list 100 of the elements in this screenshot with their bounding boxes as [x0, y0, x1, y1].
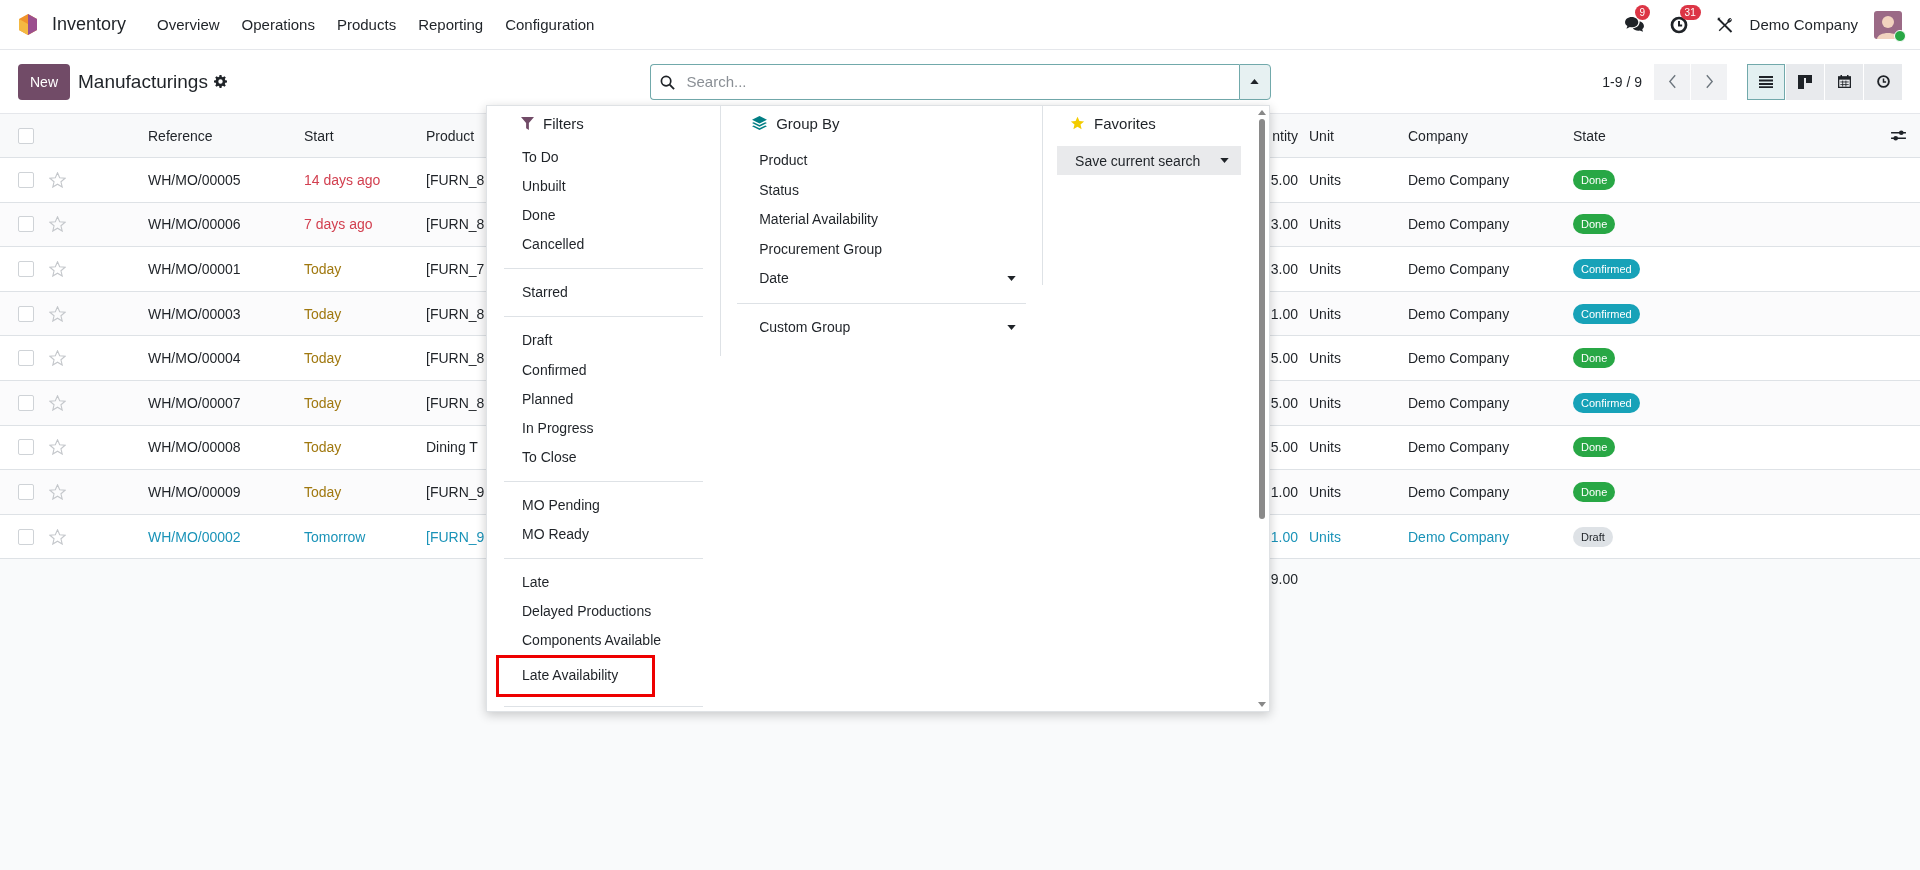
- list-icon: [1759, 75, 1773, 88]
- column-header[interactable]: Reference: [148, 127, 213, 144]
- menu-item[interactable]: Configuration: [494, 16, 606, 33]
- row-checkbox[interactable]: [18, 528, 34, 545]
- company-cell: Demo Company: [1408, 439, 1510, 456]
- product-cell: [FURN_8: [426, 305, 485, 322]
- menu-item[interactable]: Reporting: [407, 16, 495, 33]
- quantity-cell: 5.00: [1270, 394, 1298, 411]
- reference-cell: WH/MO/00007: [148, 394, 241, 411]
- star-icon[interactable]: [49, 216, 66, 233]
- menu-item[interactable]: Products: [325, 16, 408, 33]
- row-checkbox[interactable]: [18, 350, 34, 367]
- group-by-option[interactable]: Material Availability: [737, 205, 1027, 235]
- group-by-option[interactable]: Procurement Group: [737, 234, 1027, 264]
- filter-option[interactable]: Late Availability: [496, 655, 655, 697]
- tools-icon[interactable]: [1715, 15, 1734, 34]
- filter-option[interactable]: To Do: [504, 143, 704, 173]
- product-cell: [FURN_8: [426, 216, 485, 233]
- group-by-option[interactable]: Custom Group: [737, 312, 1027, 342]
- column-header[interactable]: Company: [1408, 127, 1468, 144]
- star-icon[interactable]: [49, 528, 66, 545]
- save-current-search-button[interactable]: Save current search: [1057, 146, 1242, 175]
- group-by-option[interactable]: Date: [737, 264, 1027, 294]
- search-field[interactable]: Search...: [649, 63, 1239, 100]
- column-settings-icon[interactable]: [1890, 129, 1906, 142]
- star-icon[interactable]: [49, 171, 66, 188]
- filter-option[interactable]: Draft: [504, 326, 704, 356]
- kanban-view-button[interactable]: [1786, 63, 1824, 100]
- column-header[interactable]: Product: [426, 127, 475, 144]
- filter-option[interactable]: Late: [504, 568, 704, 598]
- new-button[interactable]: New: [18, 63, 70, 100]
- calendar-view-button[interactable]: [1825, 63, 1863, 100]
- activity-view-button[interactable]: [1864, 63, 1902, 100]
- star-icon[interactable]: [49, 261, 66, 277]
- company-cell: Demo Company: [1408, 261, 1510, 277]
- next-button[interactable]: [1691, 63, 1727, 100]
- row-checkbox[interactable]: [18, 216, 34, 233]
- clock-icon[interactable]: [1669, 15, 1688, 34]
- quantity-cell: 3.00: [1270, 216, 1298, 233]
- settings-icon[interactable]: [213, 75, 227, 88]
- filter-option[interactable]: Unbuilt: [504, 172, 704, 202]
- column-header[interactable]: ntity: [1272, 127, 1298, 144]
- search-panel-toggle[interactable]: [1238, 63, 1271, 100]
- company-switcher[interactable]: Demo Company: [1749, 16, 1858, 33]
- row-checkbox[interactable]: [18, 305, 34, 322]
- quantity-cell: 5.00: [1270, 171, 1298, 188]
- state-badge: Confirmed: [1573, 303, 1640, 324]
- caret-icon: [1250, 79, 1259, 84]
- filter-option[interactable]: To Close: [504, 442, 704, 472]
- list-view-button[interactable]: [1747, 63, 1785, 100]
- menu-item[interactable]: Operations: [230, 16, 326, 33]
- column-header[interactable]: Start: [304, 127, 334, 144]
- filter-option[interactable]: Planned: [504, 384, 704, 414]
- row-checkbox[interactable]: [18, 483, 34, 500]
- filter-option[interactable]: Done: [504, 201, 704, 231]
- reference-cell: WH/MO/00001: [148, 261, 241, 277]
- state-badge: Done: [1573, 437, 1616, 458]
- star-icon[interactable]: [49, 394, 66, 411]
- start-date-cell: Today: [304, 261, 342, 277]
- calendar-icon: [1837, 75, 1851, 88]
- column-header[interactable]: State: [1573, 127, 1606, 144]
- filters-heading: Filters: [543, 114, 584, 132]
- reference-cell: WH/MO/00004: [148, 350, 241, 367]
- scroll-up-icon[interactable]: [1258, 110, 1267, 115]
- unit-cell: Units: [1309, 261, 1341, 277]
- company-cell: Demo Company: [1408, 305, 1510, 322]
- filter-option[interactable]: Delayed Productions: [504, 597, 704, 627]
- chat-icon[interactable]: [1624, 16, 1644, 33]
- select-all-checkbox[interactable]: [18, 127, 34, 144]
- pager-value[interactable]: 1-9 / 9: [1602, 73, 1642, 90]
- app-logo-icon[interactable]: [18, 13, 38, 36]
- star-icon[interactable]: [49, 483, 66, 500]
- scroll-down-icon[interactable]: [1258, 702, 1267, 707]
- star-icon[interactable]: [49, 350, 66, 367]
- star-icon[interactable]: [49, 439, 66, 456]
- reference-cell: WH/MO/00009: [148, 483, 241, 500]
- group-by-option[interactable]: Product: [737, 146, 1027, 176]
- row-checkbox[interactable]: [18, 171, 34, 188]
- row-checkbox[interactable]: [18, 439, 34, 456]
- column-header[interactable]: Unit: [1309, 127, 1334, 144]
- row-checkbox[interactable]: [18, 261, 34, 277]
- start-date-cell: Today: [304, 305, 342, 322]
- clock-icon: [1876, 75, 1890, 88]
- menu-item[interactable]: Overview: [146, 16, 231, 33]
- filter-option[interactable]: Cancelled: [504, 230, 704, 260]
- row-checkbox[interactable]: [18, 394, 34, 411]
- reference-cell: WH/MO/00005: [148, 171, 241, 188]
- group-by-option[interactable]: Status: [737, 175, 1027, 205]
- unit-cell: Units: [1309, 171, 1341, 188]
- app-name[interactable]: Inventory: [52, 14, 127, 35]
- filter-option[interactable]: MO Ready: [504, 520, 704, 550]
- previous-button[interactable]: [1654, 63, 1690, 100]
- filter-option[interactable]: Starred: [504, 278, 704, 308]
- filter-option[interactable]: In Progress: [504, 413, 704, 443]
- quantity-cell: 5.00: [1270, 439, 1298, 456]
- filter-option[interactable]: MO Pending: [504, 490, 704, 521]
- page-title[interactable]: Manufacturings: [78, 70, 208, 93]
- filter-option[interactable]: Components Available: [504, 626, 704, 656]
- star-icon[interactable]: [49, 305, 66, 322]
- filter-option[interactable]: Confirmed: [504, 355, 704, 385]
